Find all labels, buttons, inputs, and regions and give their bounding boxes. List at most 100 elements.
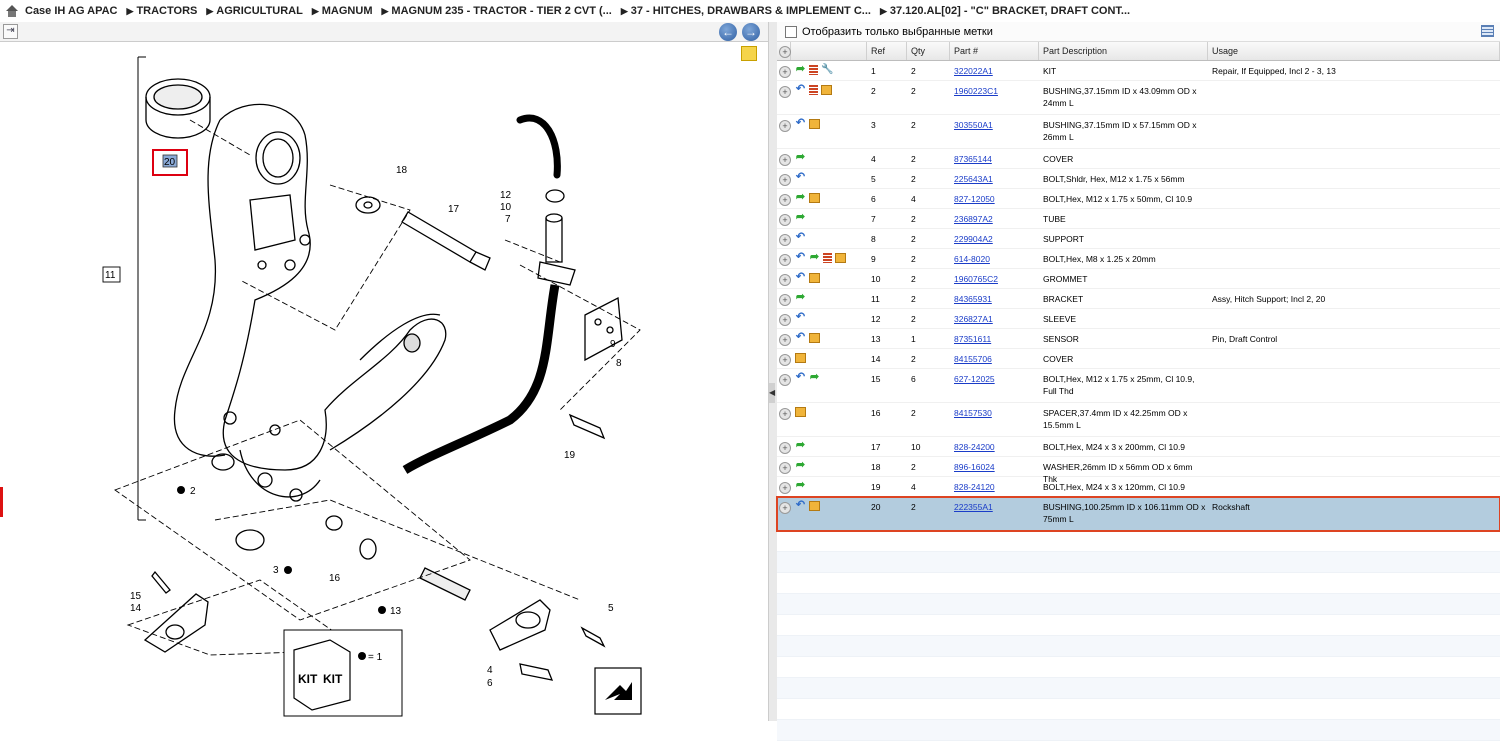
table-row[interactable]: + ↶ 3 2 303550A1 BUSHING,37.15mm ID x 57.15mm…	[777, 115, 1500, 149]
table-row[interactable]: + ➦ 17 10 828-24200 BOLT,Hex, M24 x 3 x 200mm…	[777, 437, 1500, 457]
part-number-link[interactable]: 827-12050	[950, 189, 1039, 208]
breadcrumb-item[interactable]: 37 - HITCHES, DRAWBARS & IMPLEMENT C...	[621, 5, 871, 17]
table-row[interactable]: + ↶ ➦ 15 6 627-12025 BOLT,Hex, M12 x 1.75 x 25…	[777, 369, 1500, 403]
table-row[interactable]: +16 2 84157530 SPACER,37.4mm ID x 42.25mm O…	[777, 403, 1500, 437]
callout-label[interactable]: 11	[105, 270, 116, 281]
part-number-text[interactable]: 236897A2	[954, 214, 993, 224]
blue-return-icon[interactable]: ↶	[795, 372, 806, 383]
part-number-text[interactable]: 896-16024	[954, 462, 995, 472]
blue-return-icon[interactable]: ↶	[795, 172, 806, 183]
breadcrumb-item[interactable]: TRACTORS	[127, 5, 197, 17]
column-qty[interactable]: Qty	[907, 42, 950, 60]
expand-row-icon[interactable]: +	[777, 249, 791, 268]
part-number-text[interactable]: 627-12025	[954, 374, 995, 384]
expand-row-icon[interactable]: +	[777, 437, 791, 456]
expand-row-icon[interactable]: +	[777, 369, 791, 402]
breadcrumb-item[interactable]: MAGNUM	[312, 5, 373, 17]
blue-return-icon[interactable]: ↶	[795, 332, 806, 343]
part-number-text[interactable]: 87351611	[954, 334, 991, 344]
red-list-icon[interactable]	[809, 85, 818, 95]
table-row[interactable]: + ↶ 12 2 326827A1 SLEEVE	[777, 309, 1500, 329]
green-arrow-icon[interactable]: ➦	[795, 440, 806, 451]
column-ref[interactable]: Ref	[867, 42, 907, 60]
table-row[interactable]: + ➦ 4 2 87365144 COVER	[777, 149, 1500, 169]
expand-row-icon[interactable]: +	[777, 115, 791, 148]
part-number-text[interactable]: 84155706	[954, 354, 992, 364]
part-number-link[interactable]: 828-24200	[950, 437, 1039, 456]
red-list-icon[interactable]	[823, 253, 832, 263]
green-arrow-icon[interactable]: ➦	[795, 460, 806, 471]
expand-row-icon[interactable]: +	[777, 61, 791, 80]
box-icon[interactable]	[809, 273, 820, 283]
expand-row-icon[interactable]: +	[777, 349, 791, 368]
callout-label[interactable]: 12	[500, 190, 512, 201]
blue-return-icon[interactable]: ↶	[795, 118, 806, 129]
show-selected-only-checkbox[interactable]	[785, 25, 797, 38]
part-number-text[interactable]: 87365144	[954, 154, 992, 164]
table-row[interactable]: +14 2 84155706 COVER	[777, 349, 1500, 369]
part-number-link[interactable]: 627-12025	[950, 369, 1039, 402]
expand-icon[interactable]: ⇥	[3, 24, 18, 39]
part-number-link[interactable]: 828-24120	[950, 477, 1039, 496]
part-number-text[interactable]: 1960765C2	[954, 274, 998, 284]
part-number-link[interactable]: 229904A2	[950, 229, 1039, 248]
part-number-text[interactable]: 827-12050	[954, 194, 995, 204]
previous-arrow-icon[interactable]: ←	[719, 23, 737, 41]
table-row[interactable]: + ➦ 7 2 236897A2 TUBE	[777, 209, 1500, 229]
box-icon[interactable]	[809, 119, 820, 129]
green-arrow-icon[interactable]: ➦	[795, 192, 806, 203]
part-number-link[interactable]: 1960223C1	[950, 81, 1039, 114]
expand-row-icon[interactable]: +	[777, 269, 791, 288]
wrench-icon[interactable]: 🔧	[821, 64, 833, 75]
part-number-text[interactable]: 828-24120	[954, 482, 995, 492]
table-row[interactable]: + ➦ 19 4 828-24120 BOLT,Hex, M24 x 3 x 120mm,…	[777, 477, 1500, 497]
callout-label[interactable]: 2	[190, 486, 196, 497]
callout-label[interactable]: 18	[396, 165, 408, 176]
part-number-link[interactable]: 222355A1	[950, 497, 1039, 530]
callout-label[interactable]: 4	[487, 665, 493, 676]
part-number-text[interactable]: 84365931	[954, 294, 992, 304]
callout-label[interactable]: 13	[390, 606, 402, 617]
green-arrow-icon[interactable]: ➦	[795, 480, 806, 491]
callout-label[interactable]: 20	[164, 157, 176, 168]
red-list-icon[interactable]	[809, 65, 818, 75]
part-number-link[interactable]: 896-16024	[950, 457, 1039, 476]
part-number-text[interactable]: 229904A2	[954, 234, 993, 244]
expand-row-icon[interactable]: +	[777, 81, 791, 114]
breadcrumb-item[interactable]: 37.120.AL[02] - "C" BRACKET, DRAFT CONT.…	[880, 5, 1130, 17]
show-selected-only-label[interactable]: Отобразить только выбранные метки	[802, 26, 993, 38]
green-arrow-icon[interactable]: ➦	[795, 152, 806, 163]
expand-row-icon[interactable]: +	[777, 403, 791, 436]
box-icon[interactable]	[795, 353, 806, 363]
expand-row-icon[interactable]: +	[777, 497, 791, 530]
callout-label[interactable]: 17	[448, 204, 460, 215]
part-number-link[interactable]: 303550A1	[950, 115, 1039, 148]
part-number-text[interactable]: 828-24200	[954, 442, 995, 452]
blue-return-icon[interactable]: ↶	[795, 272, 806, 283]
part-number-text[interactable]: 614-8020	[954, 254, 990, 264]
breadcrumb-item[interactable]: AGRICULTURAL	[206, 5, 303, 17]
home-icon[interactable]	[5, 5, 19, 17]
blue-return-icon[interactable]: ↶	[795, 312, 806, 323]
callout-label[interactable]: 5	[608, 603, 614, 614]
callout-label[interactable]: 8	[616, 358, 622, 369]
part-number-link[interactable]: 87351611	[950, 329, 1039, 348]
table-row[interactable]: + ➦ 11 2 84365931 BRACKET Assy, Hitch Support;…	[777, 289, 1500, 309]
box-icon[interactable]	[809, 193, 820, 203]
callout-label[interactable]: 7	[505, 214, 511, 225]
callout-label[interactable]: 6	[487, 678, 493, 689]
green-arrow-icon[interactable]: ➦	[809, 252, 820, 263]
part-number-text[interactable]: 84157530	[954, 408, 992, 418]
box-icon[interactable]	[795, 407, 806, 417]
table-row[interactable]: + ↶ 10 2 1960765C2 GROMMET	[777, 269, 1500, 289]
part-number-text[interactable]: 225643A1	[954, 174, 993, 184]
table-row[interactable]: + ↶ 8 2 229904A2 SUPPORT	[777, 229, 1500, 249]
note-icon[interactable]	[741, 46, 757, 61]
expand-row-icon[interactable]: +	[777, 477, 791, 496]
part-number-text[interactable]: 303550A1	[954, 120, 993, 130]
part-number-link[interactable]: 84365931	[950, 289, 1039, 308]
next-arrow-icon[interactable]: →	[742, 23, 760, 41]
column-part-number[interactable]: Part #	[950, 42, 1039, 60]
green-arrow-icon[interactable]: ➦	[795, 212, 806, 223]
table-row[interactable]: + ↶ 2 2 1960223C1 BUSHING,37.15mm ID x 43.09m…	[777, 81, 1500, 115]
